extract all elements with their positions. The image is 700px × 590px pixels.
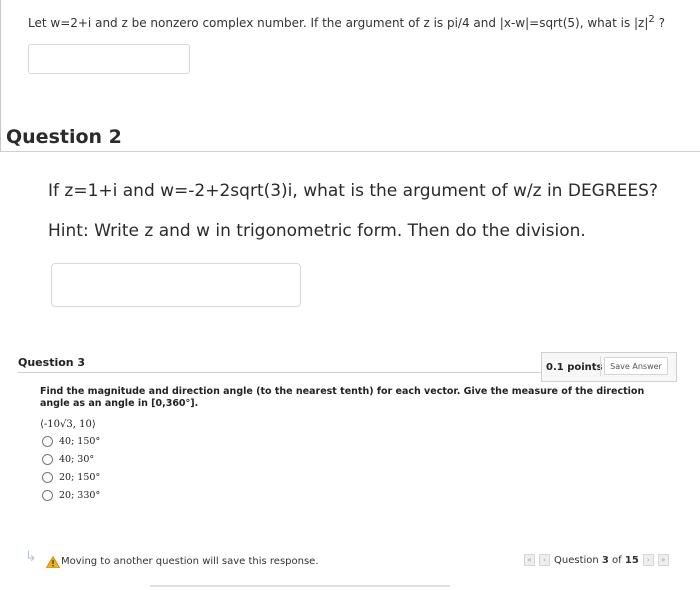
total-questions: 15 (624, 554, 639, 566)
current-question-number: 3 (601, 554, 609, 566)
previous-question-button[interactable]: ‹ (539, 554, 550, 566)
question-3-prompt: Find the magnitude and direction angle (… (40, 386, 645, 409)
answer-option-1[interactable]: 40; 150° (42, 436, 100, 447)
previous-answer-input[interactable] (28, 44, 190, 74)
bottom-divider (150, 585, 450, 587)
previous-question-body: Let w=2+i and z be nonzero complex numbe… (28, 16, 649, 30)
answer-option-label: 40; 150° (59, 436, 101, 447)
previous-question-text: Let w=2+i and z be nonzero complex numbe… (28, 14, 665, 30)
first-question-button[interactable]: « (524, 554, 535, 566)
radio-button[interactable] (42, 436, 53, 447)
question-3-vector: ⟨-10√3, 10⟩ (40, 419, 96, 430)
radio-button[interactable] (42, 454, 53, 465)
question-counter: Question 3 of 15 (554, 555, 639, 566)
question-3-divider (18, 372, 542, 373)
question-2-prompt: If z=1+i and w=-2+2sqrt(3)i, what is the… (48, 181, 658, 201)
left-border (0, 0, 1, 152)
previous-question-end: ? (654, 16, 665, 30)
points-divider (600, 356, 601, 376)
save-answer-button[interactable]: Save Answer (604, 357, 668, 375)
last-question-button[interactable]: » (657, 554, 669, 566)
return-arrow-icon: ↳ (25, 549, 37, 565)
counter-prefix: Question (554, 554, 602, 566)
question-2-divider (0, 151, 700, 152)
question-2-hint: Hint: Write z and w in trigonometric for… (48, 221, 586, 241)
radio-button[interactable] (42, 490, 53, 501)
question-3-points: 0.1 points (546, 362, 603, 373)
warning-triangle-icon (46, 556, 60, 568)
answer-option-4[interactable]: 20; 330° (42, 490, 100, 501)
answer-option-label: 20; 150° (59, 472, 101, 483)
next-question-button[interactable]: › (642, 554, 654, 566)
answer-option-label: 20; 330° (59, 490, 101, 501)
question-3-title: Question 3 (18, 356, 86, 369)
question-2-answer-input[interactable] (51, 263, 301, 307)
answer-option-2[interactable]: 40; 30° (42, 454, 94, 465)
radio-button[interactable] (42, 472, 53, 483)
counter-separator: of (608, 554, 625, 566)
save-warning-message: Moving to another question will save thi… (61, 556, 319, 567)
question-2-title: Question 2 (6, 126, 122, 148)
question-navigation: « ‹ Question 3 of 15 › » (524, 554, 669, 566)
answer-option-3[interactable]: 20; 150° (42, 472, 100, 483)
answer-option-label: 40; 30° (59, 454, 95, 465)
